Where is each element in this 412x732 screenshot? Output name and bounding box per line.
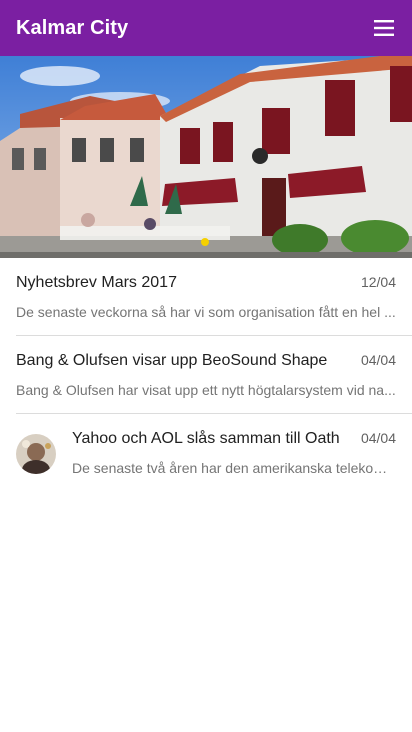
news-title: Yahoo och AOL slås samman till Oath <box>72 430 340 447</box>
news-snippet: De senaste veckorna så har vi som organi… <box>16 304 396 320</box>
hero-image <box>0 56 412 258</box>
news-snippet: Bang & Olufsen har visat upp ett nytt hö… <box>16 382 396 398</box>
news-list: Nyhetsbrev Mars 2017 12/04 De senaste ve… <box>0 258 412 492</box>
news-date: 04/04 <box>360 352 396 368</box>
news-title: Bang & Olufsen visar upp BeoSound Shape <box>16 352 328 369</box>
app-title: Kalmar City <box>16 16 129 39</box>
news-item-1[interactable]: Nyhetsbrev Mars 2017 12/04 De senaste ve… <box>0 258 412 336</box>
news-snippet: De senaste två åren har den amerikanska … <box>72 460 396 476</box>
menu-icon <box>374 20 394 36</box>
menu-button[interactable] <box>372 16 396 40</box>
avatar <box>16 434 56 474</box>
news-date: 12/04 <box>360 274 396 290</box>
news-date: 04/04 <box>360 430 396 446</box>
news-item-2[interactable]: Bang & Olufsen visar upp BeoSound Shape … <box>0 336 412 414</box>
news-item-3[interactable]: Yahoo och AOL slås samman till Oath 04/0… <box>0 414 412 492</box>
news-title: Nyhetsbrev Mars 2017 <box>16 274 177 291</box>
app-bar: Kalmar City <box>0 0 412 56</box>
